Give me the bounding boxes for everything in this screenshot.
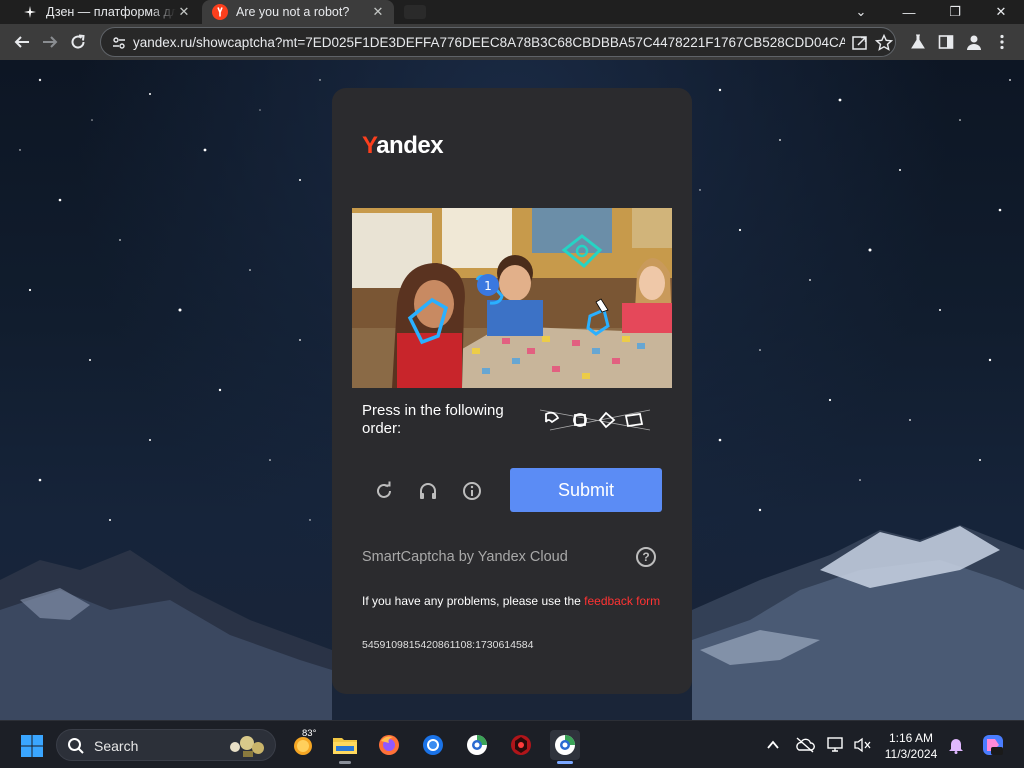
windows-taskbar: Search 83° 1:16 AM 11/3/2024 <box>0 720 1024 768</box>
browser-menu-icon[interactable] <box>990 30 1014 54</box>
refresh-icon[interactable] <box>371 478 397 504</box>
search-label: Search <box>94 738 139 754</box>
help-question-icon[interactable]: ? <box>636 547 656 567</box>
submit-button[interactable]: Submit <box>510 468 662 512</box>
restore-icon[interactable]: ❐ <box>932 0 978 24</box>
smartcaptcha-brand: SmartCaptcha by Yandex Cloud <box>362 549 568 565</box>
site-settings-icon[interactable] <box>111 35 127 51</box>
address-bar[interactable]: yandex.ru/showcaptcha?mt=7ED025F1DE3DEFF… <box>100 27 896 57</box>
profile-icon[interactable] <box>962 30 986 54</box>
tab-title: Дзен — платформа для <box>46 5 176 19</box>
volume-muted-icon[interactable] <box>852 735 872 755</box>
yandex-logo: Yandex <box>362 132 444 159</box>
weather-temperature: 83° <box>302 728 317 739</box>
forward-icon[interactable] <box>38 30 62 54</box>
zen-star-icon <box>22 4 38 20</box>
browser-toolbar: yandex.ru/showcaptcha?mt=7ED025F1DE3DEFF… <box>0 24 1024 60</box>
tab-title: Are you not a robot? <box>236 5 350 19</box>
reload-icon[interactable] <box>66 30 90 54</box>
new-tab-placeholder <box>404 5 426 19</box>
info-icon[interactable] <box>459 478 485 504</box>
audio-headphones-icon[interactable] <box>415 478 441 504</box>
windows-start-icon[interactable] <box>20 734 44 758</box>
problem-message: If you have any problems, please use the… <box>362 594 661 608</box>
tray-overflow-chevron-icon[interactable] <box>763 735 783 755</box>
labs-flask-icon[interactable] <box>906 30 930 54</box>
clock-date: 11/3/2024 <box>884 747 938 761</box>
copilot-icon[interactable] <box>980 732 1006 758</box>
side-panel-icon[interactable] <box>934 30 958 54</box>
network-monitor-icon[interactable] <box>826 735 846 755</box>
captcha-image[interactable]: 1 <box>352 208 672 388</box>
taskbar-browser-2[interactable] <box>506 730 536 760</box>
feedback-form-link[interactable]: feedback form <box>584 594 660 608</box>
close-icon[interactable]: ✕ <box>370 4 386 20</box>
taskbar-search[interactable]: Search <box>56 729 276 761</box>
window-close-icon[interactable]: ✕ <box>978 0 1024 24</box>
clock-time: 1:16 AM <box>888 731 934 745</box>
taskbar-browser-1[interactable] <box>462 730 492 760</box>
yandex-y-icon <box>212 4 228 20</box>
tab-zen[interactable]: Дзен — платформа для ✕ <box>14 0 200 24</box>
captcha-ticket-id: 545910981542086110​8:1730614584 <box>362 639 534 651</box>
back-icon[interactable] <box>10 30 34 54</box>
order-hint-icons <box>540 409 651 431</box>
notification-bell-icon[interactable] <box>946 735 966 755</box>
search-icon <box>67 737 85 755</box>
instruction-text: Press in the following order: <box>362 402 504 437</box>
close-icon[interactable]: ✕ <box>176 4 192 20</box>
minimize-icon[interactable]: — <box>886 0 932 24</box>
search-highlight-icon <box>230 736 264 757</box>
svg-text:1: 1 <box>484 279 492 293</box>
taskbar-firefox[interactable] <box>374 730 404 760</box>
tab-search-icon[interactable]: ⌄ <box>838 0 884 24</box>
share-icon[interactable] <box>851 34 869 52</box>
tab-captcha[interactable]: Are you not a robot? ✕ <box>202 0 394 24</box>
taskbar-chrome[interactable] <box>418 730 448 760</box>
page-viewport: Yandex 1 Press in the following order: S… <box>0 60 1024 720</box>
bookmark-star-icon[interactable] <box>874 33 894 52</box>
onedrive-cloud-icon[interactable] <box>795 735 815 755</box>
url-text: yandex.ru/showcaptcha?mt=7ED025F1DE3DEFF… <box>133 35 845 50</box>
captcha-card: Yandex 1 Press in the following order: S… <box>332 88 692 694</box>
taskbar-clock[interactable]: 1:16 AM 11/3/2024 <box>880 730 942 762</box>
tab-strip: Дзен — платформа для ✕ Are you not a rob… <box>0 0 1024 24</box>
taskbar-file-explorer[interactable] <box>330 730 360 764</box>
taskbar-browser-3[interactable] <box>550 730 580 764</box>
